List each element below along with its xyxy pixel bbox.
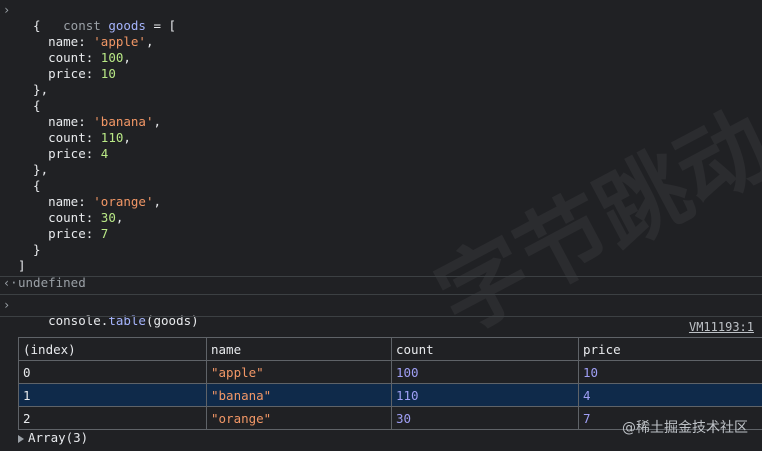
divider — [0, 294, 762, 295]
cell-name: "orange" — [206, 406, 392, 430]
cell-count: 100 — [391, 360, 579, 384]
code-line-1[interactable]: const goods = [ — [18, 2, 176, 33]
cell-count: 30 — [391, 406, 579, 430]
cell-name: "banana" — [206, 383, 392, 407]
code-line-14: count: 30, — [18, 210, 124, 225]
source-link[interactable]: VM11193:1 — [689, 320, 754, 334]
code-line-4: count: 100, — [18, 50, 131, 65]
chevron-right-icon: › — [3, 3, 11, 17]
code-line-17: ] — [18, 258, 26, 273]
table-row[interactable]: 1 "banana" 110 4 — [18, 383, 762, 407]
code-line-console-table[interactable]: console.table(goods) — [18, 297, 199, 328]
cell-price: 4 — [578, 383, 762, 407]
cell-index: 2 — [18, 406, 207, 430]
cell-count: 110 — [391, 383, 579, 407]
column-header-index[interactable]: (index) — [18, 337, 207, 361]
result-undefined: undefined — [18, 275, 86, 290]
watermark: 字节跳动 — [420, 91, 762, 354]
code-line-7: { — [18, 98, 41, 113]
code-line-8: name: 'banana', — [18, 114, 162, 129]
code-line-11: }, — [18, 162, 49, 177]
table-row[interactable]: 0 "apple" 100 10 — [18, 360, 762, 384]
array-expander[interactable]: Array(3) — [18, 430, 88, 446]
cell-index: 0 — [18, 360, 207, 384]
code-line-9: count: 110, — [18, 130, 131, 145]
code-line-15: price: 7 — [18, 226, 109, 241]
code-line-13: name: 'orange', — [18, 194, 162, 209]
return-arrow-icon: ‹· — [3, 276, 18, 290]
chevron-right-icon: › — [3, 298, 11, 312]
devtools-console: 字节跳动 › const goods = [ { name: 'apple', … — [0, 0, 762, 451]
code-line-16: } — [18, 242, 41, 257]
table-header-row: (index) name count price — [18, 337, 762, 361]
divider — [0, 276, 762, 277]
cell-price: 10 — [578, 360, 762, 384]
code-line-5: price: 10 — [18, 66, 116, 81]
code-line-6: }, — [18, 82, 49, 97]
column-header-count[interactable]: count — [391, 337, 579, 361]
column-header-name[interactable]: name — [206, 337, 392, 361]
code-line-12: { — [18, 178, 41, 193]
expand-triangle-icon[interactable] — [18, 434, 24, 443]
column-header-price[interactable]: price — [578, 337, 762, 361]
code-line-3: name: 'apple', — [18, 34, 154, 49]
cell-name: "apple" — [206, 360, 392, 384]
code-line-10: price: 4 — [18, 146, 109, 161]
divider — [0, 316, 762, 317]
cell-index: 1 — [18, 383, 207, 407]
code-line-2: { — [18, 18, 41, 33]
footer-watermark: @稀土掘金技术社区 — [622, 420, 748, 436]
